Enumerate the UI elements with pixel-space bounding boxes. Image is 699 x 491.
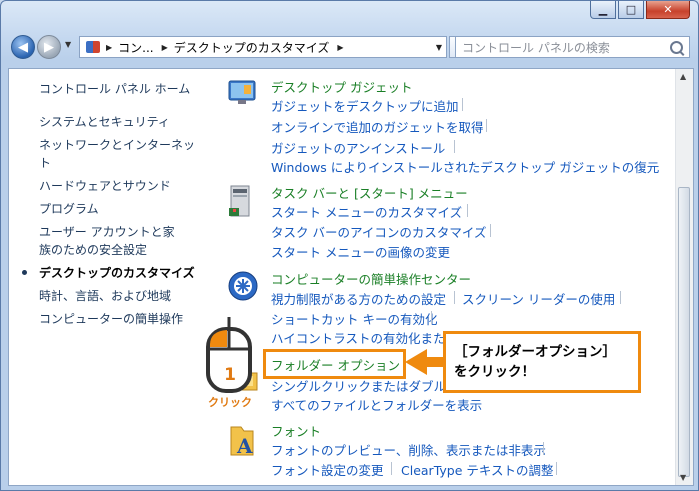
address-dropdown-icon[interactable]: ▼ xyxy=(436,43,442,52)
link-separator xyxy=(490,224,491,237)
show-hidden-files-link[interactable]: すべてのファイルとフォルダーを表示 xyxy=(271,395,482,414)
uninstall-gadget-link[interactable]: ガジェットのアンインストール xyxy=(271,138,445,157)
sidebar-item-clock[interactable]: 時計、言語、および地域 xyxy=(39,287,171,305)
fonts-icon: A xyxy=(230,426,254,458)
taskbar-icon xyxy=(229,185,250,217)
breadcrumb-control-panel[interactable]: コン... xyxy=(118,39,153,56)
link-separator xyxy=(620,291,621,304)
sidebar-item-ease-of-access[interactable]: コンピューターの簡単操作 xyxy=(39,310,183,328)
gadget-icon xyxy=(228,80,256,104)
sidebar-item-user-accounts[interactable]: ユーザー アカウントと家族のための安全設定 xyxy=(39,223,181,259)
link-separator xyxy=(431,311,432,324)
link-separator xyxy=(467,204,468,217)
taskbar-header[interactable]: タスク バーと [スタート] メニュー xyxy=(271,183,468,202)
control-panel-icon xyxy=(86,41,100,53)
callout-line-1: ［フォルダーオプション］ xyxy=(454,344,616,360)
change-start-menu-picture-link[interactable]: スタート メニューの画像の変更 xyxy=(271,242,450,261)
callout-arrow-icon xyxy=(405,349,427,375)
link-separator xyxy=(462,98,463,111)
maximize-button[interactable]: □ xyxy=(618,1,644,19)
sidebar-item-home[interactable]: コントロール パネル ホーム xyxy=(39,80,190,98)
current-item-bullet-icon xyxy=(22,270,27,275)
search-icon[interactable] xyxy=(670,40,683,54)
scroll-thumb[interactable] xyxy=(678,187,690,477)
back-button[interactable]: ◀ xyxy=(11,35,35,59)
get-gadgets-online-link[interactable]: オンラインで追加のガジェットを取得 xyxy=(271,117,484,136)
address-bar[interactable]: ▶ コン... ▶ デスクトップのカスタマイズ ▶ ▼ xyxy=(79,36,447,58)
explorer-window: ▁ □ ✕ ◀ ▶ ▼ ▶ コン... ▶ デスクトップのカスタマイズ ▶ ▼ … xyxy=(0,0,699,491)
folder-options-header[interactable]: フォルダー オプション xyxy=(271,355,400,374)
ease-of-access-icon xyxy=(228,271,258,301)
font-settings-link[interactable]: フォント設定の変更 xyxy=(271,460,384,479)
vision-settings-link[interactable]: 視力制限がある方のための設定 xyxy=(271,289,446,308)
screen-reader-link[interactable]: スクリーン リーダーの使用 xyxy=(462,289,615,308)
caption-buttons: ▁ □ ✕ xyxy=(590,1,690,19)
link-separator xyxy=(391,462,392,475)
cleartype-link[interactable]: ClearType テキストの調整 xyxy=(401,460,554,479)
breadcrumb-chevron-icon[interactable]: ▶ xyxy=(162,43,168,52)
high-contrast-link[interactable]: ハイコントラストの有効化また xyxy=(271,328,446,347)
sidebar-item-network[interactable]: ネットワークとインターネット xyxy=(39,136,204,172)
search-placeholder: コントロール パネルの検索 xyxy=(462,40,610,55)
sidebar-item-system[interactable]: システムとセキュリティ xyxy=(39,113,170,131)
callout-line-2: をクリック！ xyxy=(454,364,535,380)
sidebar-item-desktop[interactable]: デスクトップのカスタマイズ xyxy=(39,264,195,282)
vertical-scrollbar[interactable]: ▲ ▼ xyxy=(675,69,693,485)
shortcut-keys-link[interactable]: ショートカット キーの有効化 xyxy=(271,309,437,328)
sidebar-item-hardware[interactable]: ハードウェアとサウンド xyxy=(39,177,171,195)
customize-start-menu-link[interactable]: スタート メニューのカスタマイズ xyxy=(271,202,462,221)
sidebar: コントロール パネル ホーム システムとセキュリティ ネットワークとインターネッ… xyxy=(9,69,209,485)
breadcrumb-desktop-customize[interactable]: デスクトップのカスタマイズ xyxy=(174,39,330,56)
scroll-down-icon[interactable]: ▼ xyxy=(680,473,686,482)
gadgets-header[interactable]: デスクトップ ガジェット xyxy=(271,77,412,96)
minimize-button[interactable]: ▁ xyxy=(590,1,616,19)
breadcrumb-chevron-icon[interactable]: ▶ xyxy=(337,43,343,52)
link-separator xyxy=(454,291,455,304)
search-input[interactable]: コントロール パネルの検索 xyxy=(455,36,690,58)
link-separator xyxy=(486,119,487,132)
forward-button[interactable]: ▶ xyxy=(37,35,61,59)
single-double-click-link[interactable]: シングルクリックまたはダブル xyxy=(271,376,446,395)
fonts-header[interactable]: フォント xyxy=(271,421,321,440)
add-gadget-link[interactable]: ガジェットをデスクトップに追加 xyxy=(271,96,459,115)
svg-text:A: A xyxy=(236,434,253,458)
click-label: クリック xyxy=(208,396,252,409)
customize-taskbar-icons-link[interactable]: タスク バーのアイコンのカスタマイズ xyxy=(271,222,486,241)
main-panel: デスクトップ ガジェット ガジェットをデスクトップに追加 オンラインで追加のガジ… xyxy=(209,69,676,485)
close-button[interactable]: ✕ xyxy=(646,1,690,19)
scroll-up-icon[interactable]: ▲ xyxy=(680,72,686,81)
callout-arrow-tail xyxy=(426,357,444,367)
restore-gadgets-link[interactable]: Windows によりインストールされたデスクトップ ガジェットの復元 xyxy=(271,157,659,176)
ease-of-access-header[interactable]: コンピューターの簡単操作センター xyxy=(271,269,471,288)
recent-pages-dropdown-icon[interactable]: ▼ xyxy=(65,40,71,49)
link-separator xyxy=(454,140,455,153)
link-separator xyxy=(543,442,544,455)
instruction-callout: ［フォルダーオプション］ をクリック！ xyxy=(443,331,641,393)
breadcrumb-chevron-icon[interactable]: ▶ xyxy=(106,43,112,52)
sidebar-item-programs[interactable]: プログラム xyxy=(39,200,99,218)
step-number: 1 xyxy=(224,365,236,385)
link-separator xyxy=(556,462,557,475)
content-pane: コントロール パネル ホーム システムとセキュリティ ネットワークとインターネッ… xyxy=(8,68,694,486)
font-preview-link[interactable]: フォントのプレビュー、削除、表示または非表示 xyxy=(271,440,546,459)
navigation-bar: ◀ ▶ ▼ ▶ コン... ▶ デスクトップのカスタマイズ ▶ ▼ ↻ コントロ… xyxy=(9,32,690,62)
